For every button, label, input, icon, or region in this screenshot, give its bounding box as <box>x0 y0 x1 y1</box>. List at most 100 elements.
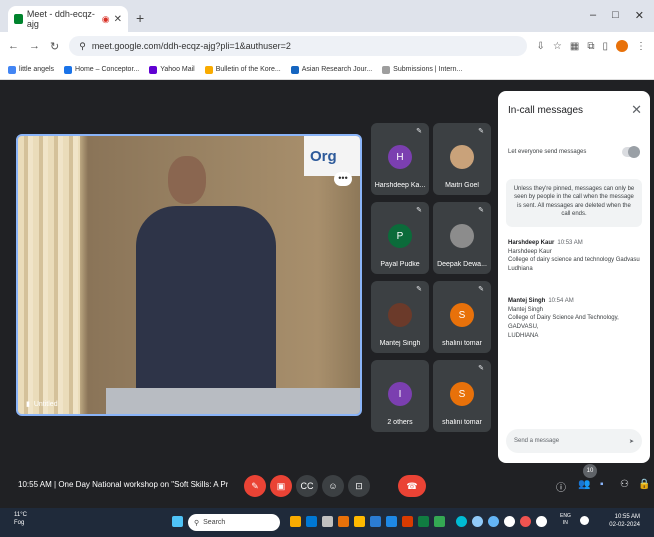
maximize-button[interactable]: □ <box>612 9 619 22</box>
participant-name: 2 others <box>387 419 413 426</box>
puzzle-icon[interactable]: ⧉ <box>587 41 594 52</box>
screen: Meet - ddh-ecqz-ajg ◉ ✕ + – □ ✕ ← → ↻ ⚲ … <box>0 0 654 537</box>
system-clock[interactable]: 10:55 AM 02-02-2024 <box>609 513 640 530</box>
profile-avatar[interactable] <box>616 40 628 52</box>
browser-tab-meet[interactable]: Meet - ddh-ecqz-ajg ◉ ✕ <box>8 6 128 32</box>
present-button[interactable]: ⊡ <box>348 475 370 497</box>
bookmark-2[interactable]: Yahoo Mail <box>149 65 195 74</box>
bookmark-5[interactable]: Submissions | Intern... <box>382 65 462 74</box>
search-icon: ⚲ <box>194 519 200 527</box>
participant-name: Harshdeep Ka... <box>374 182 426 189</box>
menu-dots-icon[interactable]: ⋮ <box>636 41 646 52</box>
app-icon[interactable] <box>434 516 445 527</box>
video-label: ▮ Untitled <box>26 400 58 409</box>
windows-taskbar: 11°C Fog ⚲ Search ENG IN 10:55 AM 02-02-… <box>0 508 654 537</box>
powerpoint-icon[interactable] <box>402 516 413 527</box>
address-bar: ← → ↻ ⚲ meet.google.com/ddh-ecqz-ajg?pli… <box>0 32 654 60</box>
close-icon[interactable]: ✕ <box>631 102 642 118</box>
taskbar-search[interactable]: ⚲ Search <box>188 514 280 531</box>
participant-tile[interactable]: ✎ S shalini tomar <box>433 281 491 353</box>
participant-tile[interactable]: ✎ S shalini tomar <box>433 360 491 432</box>
close-window-button[interactable]: ✕ <box>635 9 644 22</box>
video-more-options-icon[interactable]: ••• <box>334 172 352 186</box>
weather-widget[interactable]: 11°C Fog <box>14 512 27 528</box>
participant-tile[interactable]: ✎ Maitri Goel <box>433 123 491 195</box>
tab-close-icon[interactable]: ✕ <box>114 14 122 25</box>
host-controls-icon[interactable]: 🔒 <box>638 479 650 490</box>
language-indicator[interactable]: ENG IN <box>560 513 571 527</box>
sidepanel-icon[interactable]: ▯ <box>602 41 608 52</box>
back-icon[interactable]: ← <box>8 40 19 52</box>
tab-title: Meet - ddh-ecqz-ajg <box>26 9 95 29</box>
bookmark-1[interactable]: Home – Conceptor... <box>64 65 139 74</box>
chat-icon[interactable]: ▪ <box>600 479 604 490</box>
bookmark-star-icon[interactable]: ☆ <box>553 41 562 52</box>
app-icon[interactable] <box>306 516 317 527</box>
mic-toggle-button[interactable]: ✎ <box>244 475 266 497</box>
url-field[interactable]: ⚲ meet.google.com/ddh-ecqz-ajg?pli=1&aut… <box>69 36 527 56</box>
message-line: Harshdeep Kaur <box>508 248 552 255</box>
bookmark-4[interactable]: Asian Research Jour... <box>290 65 372 74</box>
app-icon[interactable] <box>504 516 515 527</box>
chrome-icon[interactable] <box>338 516 349 527</box>
mic-muted-icon: ✎ <box>416 128 422 135</box>
app-icon[interactable] <box>488 516 499 527</box>
podium <box>106 388 360 414</box>
word-icon[interactable] <box>370 516 381 527</box>
message-sender: Mantej Singh <box>508 298 546 304</box>
meet-stage: Org ••• ▮ Untitled ✎ H Harshdeep Ka... ✎… <box>8 82 654 508</box>
avatar: P <box>388 224 412 248</box>
participant-tile[interactable]: ✎ H Harshdeep Ka... <box>371 123 429 195</box>
message-sender: Harshdeep Kaur <box>508 240 555 246</box>
emoji-button[interactable]: ☺ <box>322 475 344 497</box>
message-line: College of Dairy Science And Technology,… <box>508 315 619 331</box>
app-icon[interactable] <box>520 516 531 527</box>
bookmark-0[interactable]: little angels <box>8 65 54 74</box>
wifi-icon[interactable] <box>580 516 589 525</box>
send-icon[interactable]: ➤ <box>629 438 634 445</box>
send-messages-toggle[interactable] <box>622 146 640 158</box>
participant-tile[interactable]: I 2 others <box>371 360 429 432</box>
people-icon[interactable]: 👥 <box>578 479 590 490</box>
excel-icon[interactable] <box>418 516 429 527</box>
info-icon[interactable]: ⓘ <box>556 479 566 494</box>
new-tab-button[interactable]: + <box>136 10 144 26</box>
message-line: College of dairy science and technology … <box>508 257 640 264</box>
bookmark-icon <box>290 65 299 74</box>
leave-call-button[interactable]: ☎ <box>398 475 426 497</box>
mic-off-icon: ▮ <box>26 401 30 408</box>
app-icon[interactable] <box>322 516 333 527</box>
activities-icon[interactable]: ⚇ <box>620 479 629 490</box>
start-icon[interactable] <box>172 516 183 527</box>
participant-tile[interactable]: ✎ Deepak Dewa... <box>433 202 491 274</box>
app-icon[interactable] <box>536 516 547 527</box>
participant-name: shalini tomar <box>442 340 482 347</box>
participant-tile[interactable]: ✎ Mantej Singh <box>371 281 429 353</box>
send-message-input[interactable]: Send a message ➤ <box>506 429 642 453</box>
bookmark-3[interactable]: Bulletin of the Kore... <box>204 65 281 74</box>
app-icon[interactable] <box>472 516 483 527</box>
in-call-messages-panel: In-call messages ✕ Let everyone send mes… <box>498 91 650 463</box>
camera-toggle-button[interactable]: ▣ <box>270 475 292 497</box>
extension-icon[interactable]: ▦ <box>570 41 579 52</box>
chat-info-note: Unless they're pinned, messages can only… <box>506 179 642 227</box>
main-video[interactable]: Org ••• ▮ Untitled <box>16 134 362 416</box>
avatar: H <box>388 145 412 169</box>
app-icon[interactable] <box>290 516 301 527</box>
participant-tile[interactable]: ✎ P Payal Pudke <box>371 202 429 274</box>
message-time: 10:54 AM <box>548 298 574 304</box>
app-icon[interactable] <box>456 516 467 527</box>
minimize-button[interactable]: – <box>590 9 596 22</box>
forward-icon[interactable]: → <box>29 40 40 52</box>
file-explorer-icon[interactable] <box>354 516 365 527</box>
app-icon[interactable] <box>386 516 397 527</box>
participant-name: shalini tomar <box>442 419 482 426</box>
download-icon[interactable]: ⇩ <box>537 41 545 52</box>
reload-icon[interactable]: ↻ <box>50 40 59 53</box>
mic-muted-icon: ✎ <box>416 286 422 293</box>
bookmark-icon <box>8 65 16 74</box>
captions-button[interactable]: CC <box>296 475 318 497</box>
avatar: I <box>388 382 412 406</box>
participant-name: Payal Pudke <box>380 261 420 268</box>
site-info-icon[interactable]: ⚲ <box>79 41 86 52</box>
